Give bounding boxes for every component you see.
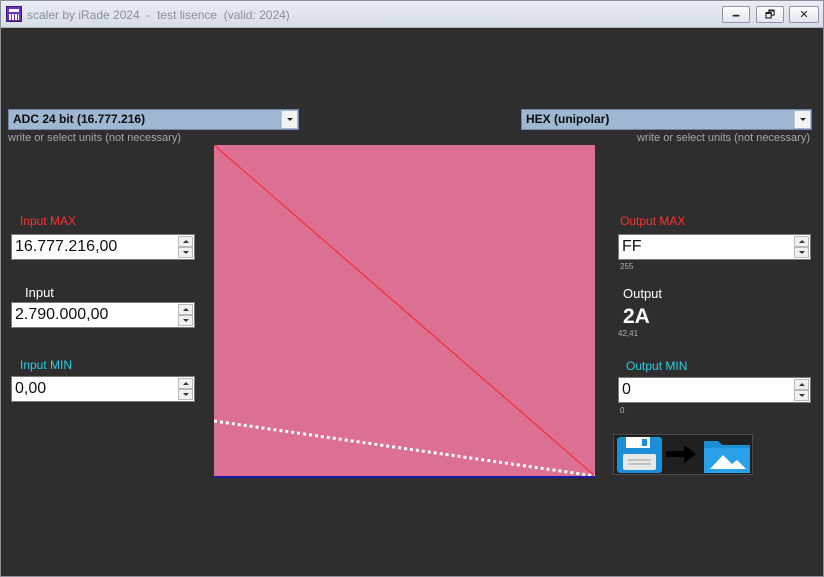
input-min-value: 0,00 bbox=[15, 380, 47, 397]
spin-up-icon[interactable] bbox=[178, 304, 193, 315]
output-min-field[interactable]: 0 bbox=[618, 377, 811, 403]
spin-up-icon[interactable] bbox=[794, 379, 809, 390]
output-min-decimal: 0 bbox=[620, 406, 625, 415]
spin-up-icon[interactable] bbox=[178, 378, 193, 389]
output-max-decimal: 255 bbox=[620, 262, 634, 271]
minimize-icon: 🗕 bbox=[732, 8, 740, 21]
target-type-value: HEX (unipolar) bbox=[526, 112, 610, 126]
input-max-label: Input MAX bbox=[20, 214, 77, 228]
close-icon: ✕ bbox=[799, 8, 809, 21]
chevron-down-icon[interactable] bbox=[281, 111, 297, 128]
app-window: scaler by iRade 2024 - test lisence (val… bbox=[0, 0, 824, 577]
minimize-button[interactable]: 🗕 bbox=[722, 6, 750, 23]
spin-up-icon[interactable] bbox=[178, 236, 193, 247]
restore-icon: 🗗 bbox=[764, 8, 776, 21]
app-icon bbox=[6, 6, 22, 22]
floppy-disk-icon bbox=[617, 437, 662, 473]
target-type-select[interactable]: HEX (unipolar) bbox=[521, 109, 812, 130]
input-label: Input bbox=[25, 285, 54, 300]
input-max-value: 16.777.216,00 bbox=[15, 238, 118, 255]
output-value: 2A bbox=[623, 305, 650, 328]
spin-down-icon[interactable] bbox=[178, 389, 193, 400]
scaling-graph bbox=[214, 145, 595, 478]
spin-up-icon[interactable] bbox=[794, 236, 809, 247]
title-bar: scaler by iRade 2024 - test lisence (val… bbox=[1, 1, 823, 28]
close-button[interactable]: ✕ bbox=[789, 6, 819, 23]
input-value: 2.790.000,00 bbox=[15, 306, 109, 323]
spin-down-icon[interactable] bbox=[178, 315, 193, 326]
chevron-down-icon[interactable] bbox=[794, 111, 810, 128]
spin-down-icon[interactable] bbox=[794, 390, 809, 401]
spin-down-icon[interactable] bbox=[794, 247, 809, 258]
source-type-value: ADC 24 bit (16.777.216) bbox=[13, 112, 146, 126]
source-units-hint: write or select units (not necessary) bbox=[8, 132, 182, 144]
window-title: scaler by iRade 2024 - test lisence (val… bbox=[27, 8, 290, 22]
arrow-right-icon bbox=[666, 445, 696, 463]
source-type-select[interactable]: ADC 24 bit (16.777.216) bbox=[8, 109, 299, 130]
input-field[interactable]: 2.790.000,00 bbox=[11, 302, 195, 328]
output-label: Output bbox=[623, 286, 663, 301]
input-min-label: Input MIN bbox=[20, 358, 73, 372]
output-max-field[interactable]: FF bbox=[618, 234, 811, 260]
save-to-folder-graphic bbox=[617, 437, 750, 473]
folder-icon bbox=[704, 441, 750, 473]
save-to-folder-button[interactable] bbox=[613, 434, 753, 475]
spin-down-icon[interactable] bbox=[178, 247, 193, 258]
target-units-hint: write or select units (not necessary) bbox=[636, 132, 810, 144]
maximize-button[interactable]: 🗗 bbox=[756, 6, 784, 23]
input-max-field[interactable]: 16.777.216,00 bbox=[11, 234, 195, 260]
output-max-label: Output MAX bbox=[620, 214, 686, 228]
output-min-value: 0 bbox=[622, 381, 631, 398]
output-max-value: FF bbox=[622, 238, 642, 255]
output-decimal: 42,41 bbox=[618, 329, 639, 338]
output-min-label: Output MIN bbox=[626, 359, 688, 373]
input-min-field[interactable]: 0,00 bbox=[11, 376, 195, 402]
